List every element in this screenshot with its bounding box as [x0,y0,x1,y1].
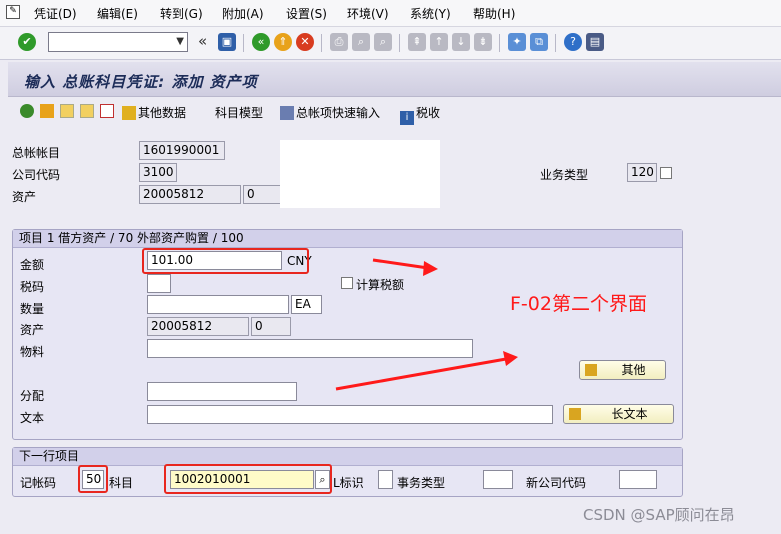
new-company-code-input[interactable] [619,470,657,489]
watermark: CSDN @SAP顾问在昂 [583,506,735,524]
account-highlight [164,464,332,494]
special-gl-indicator-input[interactable] [378,470,393,489]
new-company-code-label: 新公司代码 [526,476,587,490]
transaction-type2-input[interactable] [483,470,513,489]
transaction-type2-label: 事务类型 [397,476,446,490]
annotation-arrow-upper [372,258,429,270]
annotation-arrowhead-upper [423,261,438,276]
special-gl-indicator-label: L标识 [333,476,364,490]
annotation-text: F-02第二个界面 [510,293,647,315]
posting-key-highlight [78,465,108,493]
annotation-arrowhead-lower [503,351,518,366]
account-label: 科目 [109,476,134,490]
annotation-arrow-lower [335,357,507,391]
posting-key-label: 记帐码 [20,476,57,490]
next-item-heading: 下一行项目 [13,448,682,466]
